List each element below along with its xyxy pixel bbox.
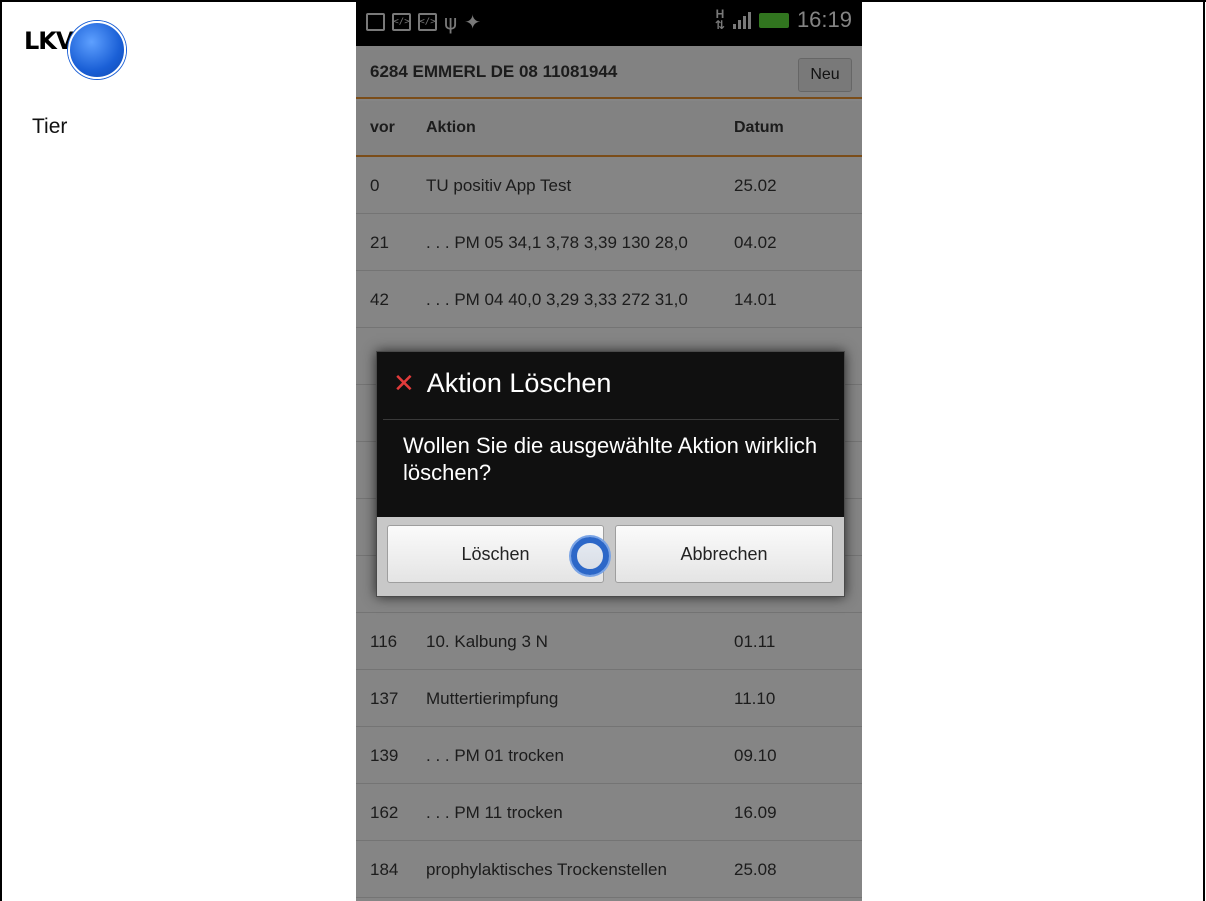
frame-border-left <box>0 0 2 901</box>
cancel-button[interactable]: Abbrechen <box>615 525 833 583</box>
logo-emblem-icon <box>68 21 126 79</box>
dialog-message: Wollen Sie die ausgewählte Aktion wirkli… <box>403 433 818 485</box>
phone-screen: </> </> ψ ✦ H ⇅ 16:19 6284 EMMERL DE 08 1… <box>356 0 862 901</box>
dialog-title: Aktion Löschen <box>426 368 612 398</box>
frame-border-right <box>1203 0 1205 901</box>
touch-indicator-icon <box>571 537 609 575</box>
lkv-logo: LKV <box>20 17 130 95</box>
dialog-button-bar: Löschen Abbrechen <box>377 517 844 596</box>
screenshot-frame: LKV Tier </> </> ψ ✦ H ⇅ 16:19 6284 EMME… <box>0 0 1206 901</box>
tier-label: Tier <box>32 115 68 138</box>
dialog-divider <box>383 419 839 420</box>
close-icon: ✕ <box>393 368 415 399</box>
logo-text: LKV <box>24 27 74 55</box>
dialog-title-row: ✕ Aktion Löschen <box>393 368 611 399</box>
delete-dialog: ✕ Aktion Löschen Wollen Sie die ausgewäh… <box>376 351 845 597</box>
